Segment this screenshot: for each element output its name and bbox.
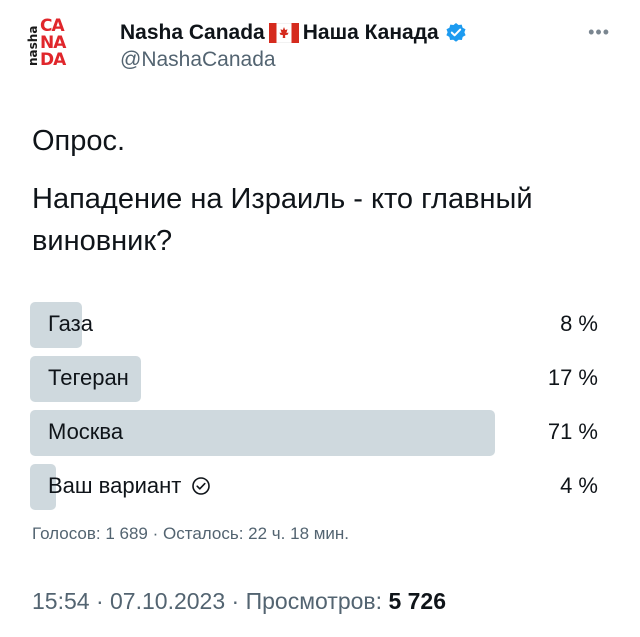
poll-option-percent: 4 %: [560, 473, 598, 498]
poll-option-text: Тегеран: [48, 365, 129, 390]
tweet-line-2: Нападение на Израиль - кто главный винов…: [32, 183, 533, 257]
poll-option-percent: 8 %: [560, 311, 598, 336]
views-label: Просмотров:: [245, 588, 383, 614]
logo-side-text: nasha: [26, 25, 40, 67]
poll-meta-separator: ·: [152, 524, 159, 543]
poll-option-text: Газа: [48, 311, 93, 336]
tweet-date[interactable]: 07.10.2023: [110, 588, 225, 614]
poll-option-label: Газа: [48, 311, 93, 337]
poll-option[interactable]: Тегеран 17 %: [30, 356, 600, 402]
display-name-ru[interactable]: Наша Канада: [303, 21, 439, 45]
tweet-header: nasha CA NA DA Nasha Canada Наша Канада …: [20, 14, 620, 78]
poll-option-selected[interactable]: Ваш вариант 4 %: [30, 464, 600, 510]
avatar[interactable]: nasha CA NA DA: [20, 14, 84, 78]
poll: Газа 8 % Тегеран 17 % Москва 71 % Ваш ва…: [30, 302, 600, 518]
views-count: 5 726: [388, 588, 446, 614]
poll-option-label: Тегеран: [48, 365, 129, 391]
poll-option-label: Ваш вариант: [48, 473, 211, 499]
canada-flag-icon: [268, 22, 299, 44]
author-name-row[interactable]: Nasha Canada Наша Канада: [120, 18, 467, 48]
poll-meta: Голосов: 1 689 · Осталось: 22 ч. 18 мин.: [32, 524, 349, 544]
tweet-meta: 15:54 · 07.10.2023 · Просмотров: 5 726: [32, 588, 446, 615]
more-icon[interactable]: •••: [588, 22, 610, 43]
poll-option[interactable]: Газа 8 %: [30, 302, 600, 348]
poll-option-label: Москва: [48, 419, 123, 445]
author-handle[interactable]: @NashaCanada: [120, 48, 276, 72]
poll-option-percent: 71 %: [547, 419, 598, 444]
poll-option[interactable]: Москва 71 %: [30, 410, 600, 456]
logo-line-3: DA: [40, 50, 66, 70]
meta-separator: ·: [95, 588, 104, 614]
check-circle-icon: [191, 476, 211, 496]
logo-lines: CA NA DA: [40, 18, 82, 69]
poll-votes: Голосов: 1 689: [32, 524, 148, 543]
meta-separator: ·: [231, 588, 240, 614]
poll-option-text: Ваш вариант: [48, 473, 182, 498]
display-name-en[interactable]: Nasha Canada: [120, 21, 265, 45]
verified-badge-icon: [445, 22, 467, 44]
poll-option-percent: 17 %: [547, 365, 598, 390]
poll-remaining: Осталось: 22 ч. 18 мин.: [163, 524, 350, 543]
poll-option-text: Москва: [48, 419, 124, 444]
tweet-line-1: Опрос.: [32, 125, 126, 157]
tweet-text: Опрос. Нападение на Израиль - кто главны…: [32, 120, 612, 262]
tweet-time[interactable]: 15:54: [32, 588, 90, 614]
